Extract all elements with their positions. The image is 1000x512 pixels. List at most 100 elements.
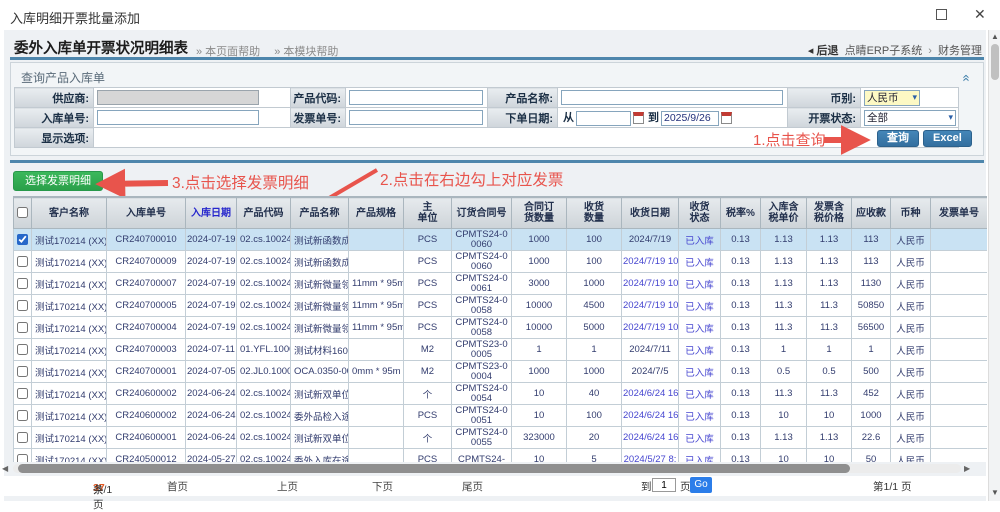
- cell-in_price: 1.13: [761, 427, 807, 449]
- last-page-link[interactable]: 尾页: [462, 479, 483, 494]
- breadcrumb-section[interactable]: 财务管理: [938, 45, 982, 57]
- collapse-icon[interactable]: »: [960, 74, 970, 81]
- cell-contract_no: CPMTS24-: [452, 449, 512, 463]
- row-checkbox[interactable]: [17, 322, 28, 333]
- calendar-icon[interactable]: [721, 112, 732, 124]
- breadcrumb-system[interactable]: 点睛ERP子系统: [845, 45, 923, 57]
- select-invoice-detail-button[interactable]: 选择发票明细: [13, 171, 103, 191]
- cell-order_no: CR240500012: [107, 449, 186, 463]
- prev-page-link[interactable]: 上页: [277, 479, 298, 494]
- cell-receivable: 1000: [852, 405, 891, 427]
- table-row: 测试170214 (XX)CR2407000042024-07-1902.cs.…: [14, 317, 988, 339]
- cell-receivable: 113: [852, 251, 891, 273]
- cell-invoice_price: 1.13: [807, 229, 852, 251]
- cell-receivable: 500: [852, 361, 891, 383]
- search-button[interactable]: 查询: [877, 130, 919, 147]
- calendar-icon[interactable]: [633, 112, 644, 124]
- cell-recv_date: 2024/6/24 16: [622, 405, 679, 427]
- row-checkbox[interactable]: [17, 388, 28, 399]
- product-code-field[interactable]: [349, 90, 483, 105]
- cell-receivable: 113: [852, 229, 891, 251]
- cell-spec: [349, 229, 404, 251]
- row-checkbox[interactable]: [17, 256, 28, 267]
- scroll-left-icon[interactable]: ◀: [2, 463, 8, 474]
- select-all-header[interactable]: [14, 198, 32, 229]
- cell-in_price: 10: [761, 405, 807, 427]
- column-header-in_date[interactable]: 入库日期: [186, 198, 237, 229]
- column-header-invoice_no: 发票单号: [931, 198, 988, 229]
- go-button[interactable]: Go: [690, 477, 712, 493]
- cell-recv_qty: 5000: [567, 317, 622, 339]
- currency-select[interactable]: 人民币 ▾: [864, 90, 920, 106]
- cell-recv_qty: 5: [567, 449, 622, 463]
- table-row: 测试170214 (XX)CR2405000122024-05-2702.cs.…: [14, 449, 988, 463]
- row-checkbox[interactable]: [17, 410, 28, 421]
- cell-status: 已入库: [679, 361, 721, 383]
- row-checkbox[interactable]: [17, 278, 28, 289]
- select-all-checkbox[interactable]: [17, 207, 28, 218]
- divider: [10, 160, 984, 163]
- column-header-spec: 产品规格: [349, 198, 404, 229]
- cell-status: 已入库: [679, 229, 721, 251]
- cell-in_price: 1.13: [761, 229, 807, 251]
- breadcrumb-separator: ›: [928, 45, 932, 57]
- row-checkbox[interactable]: [17, 432, 28, 443]
- cell-currency: 人民币: [891, 449, 931, 463]
- page-number-input[interactable]: [652, 478, 676, 492]
- cell-order_no: CR240700003: [107, 339, 186, 361]
- scroll-right-icon[interactable]: ▶: [964, 463, 970, 474]
- date-from-field[interactable]: [576, 111, 631, 126]
- cell-order_no: CR240600001: [107, 427, 186, 449]
- supplier-label: 供应商:: [15, 88, 94, 108]
- chevron-down-icon: ▾: [912, 92, 917, 103]
- inbound-no-label: 入库单号:: [15, 108, 94, 128]
- display-options-label: 显示选项:: [15, 128, 94, 148]
- invoice-status-select[interactable]: 全部 ▾: [864, 110, 956, 126]
- row-checkbox[interactable]: [17, 366, 28, 377]
- cell-checkbox: [14, 317, 32, 339]
- v-scroll-thumb[interactable]: [991, 44, 999, 80]
- cell-in_price: 11.3: [761, 295, 807, 317]
- inbound-no-field[interactable]: [97, 110, 259, 125]
- row-checkbox[interactable]: [17, 300, 28, 311]
- table-row: 测试170214 (XX)CR2407000102024-07-1902.cs.…: [14, 229, 988, 251]
- scroll-down-icon[interactable]: ▼: [991, 488, 999, 497]
- table-row: 测试170214 (XX)CR2406000022024-06-2402.cs.…: [14, 405, 988, 427]
- cell-invoice_no: [931, 229, 988, 251]
- cell-unit: PCS: [404, 295, 452, 317]
- row-checkbox[interactable]: [17, 234, 28, 245]
- cell-tax_rate: 0.13: [721, 229, 761, 251]
- h-scroll-thumb[interactable]: [18, 464, 850, 473]
- next-page-link[interactable]: 下页: [372, 479, 393, 494]
- row-checkbox[interactable]: [17, 344, 28, 355]
- cell-receivable: 50: [852, 449, 891, 463]
- scroll-up-icon[interactable]: ▲: [991, 32, 999, 41]
- cell-currency: 人民币: [891, 339, 931, 361]
- cell-status: 已入库: [679, 449, 721, 463]
- cell-contract_qty: 10: [512, 383, 567, 405]
- cell-contract_no: CPMTS24-00051: [452, 405, 512, 427]
- cell-in_date: 2024-07-19: [186, 229, 237, 251]
- column-header-currency: 币种: [891, 198, 931, 229]
- column-header-product_code: 产品代码: [237, 198, 291, 229]
- cell-in_price: 10: [761, 449, 807, 463]
- maximize-icon[interactable]: [936, 9, 947, 20]
- row-checkbox[interactable]: [17, 454, 28, 462]
- supplier-field[interactable]: [97, 90, 259, 105]
- excel-button[interactable]: Excel: [923, 130, 972, 147]
- invoice-no-field[interactable]: [349, 110, 483, 125]
- date-to-field[interactable]: [661, 111, 719, 126]
- cell-invoice_price: 10: [807, 449, 852, 463]
- cell-in_date: 2024-07-19: [186, 295, 237, 317]
- cell-contract_no: CPMTS24-00061: [452, 273, 512, 295]
- cell-order_no: CR240700010: [107, 229, 186, 251]
- cell-currency: 人民币: [891, 229, 931, 251]
- close-icon[interactable]: ✕: [974, 6, 986, 23]
- first-page-link[interactable]: 首页: [167, 479, 188, 494]
- pagination-bar: 共37条/1页 首页 上页 下页 尾页 到 页 Go 第1/1 页: [0, 476, 986, 496]
- product-name-field[interactable]: [561, 90, 783, 105]
- back-link[interactable]: 后退: [816, 45, 838, 57]
- breadcrumb: ◂ 后退 点睛ERP子系统 › 财务管理: [808, 42, 982, 58]
- cell-unit: 个: [404, 427, 452, 449]
- table-row: 测试170214 (XX)CR2406000022024-06-2402.cs.…: [14, 383, 988, 405]
